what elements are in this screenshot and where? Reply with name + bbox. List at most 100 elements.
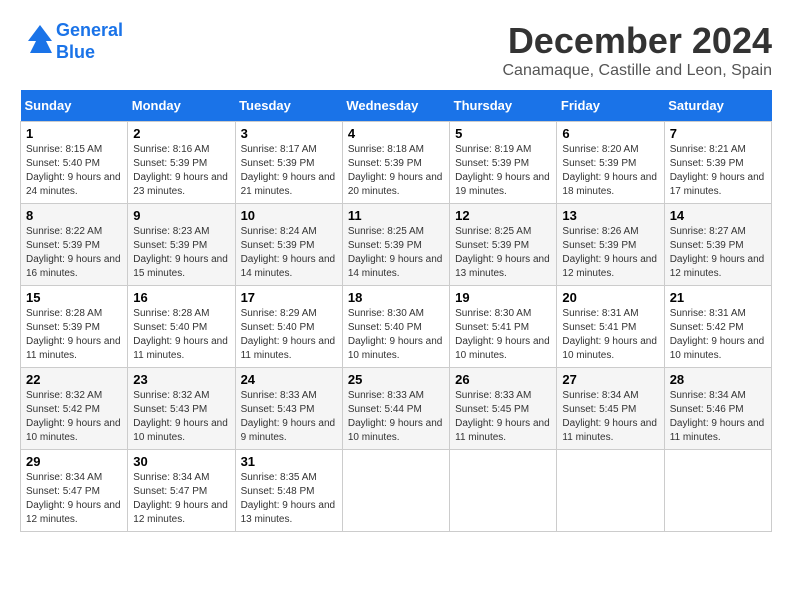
day-info: Sunrise: 8:29 AMSunset: 5:40 PMDaylight:… bbox=[241, 307, 337, 363]
day-info: Sunrise: 8:18 AMSunset: 5:39 PMDaylight:… bbox=[348, 143, 444, 199]
calendar-cell: 9 Sunrise: 8:23 AMSunset: 5:39 PMDayligh… bbox=[128, 204, 235, 286]
header: General Blue December 2024 Canamaque, Ca… bbox=[20, 20, 772, 80]
calendar-cell: 12 Sunrise: 8:25 AMSunset: 5:39 PMDaylig… bbox=[450, 204, 557, 286]
day-info: Sunrise: 8:26 AMSunset: 5:39 PMDaylight:… bbox=[562, 225, 658, 281]
day-number: 29 bbox=[26, 454, 122, 469]
day-info: Sunrise: 8:33 AMSunset: 5:44 PMDaylight:… bbox=[348, 389, 444, 445]
day-info: Sunrise: 8:28 AMSunset: 5:40 PMDaylight:… bbox=[133, 307, 229, 363]
day-number: 28 bbox=[670, 372, 766, 387]
week-row-2: 15 Sunrise: 8:28 AMSunset: 5:39 PMDaylig… bbox=[21, 286, 772, 368]
day-number: 19 bbox=[455, 290, 551, 305]
day-number: 3 bbox=[241, 126, 337, 141]
day-info: Sunrise: 8:20 AMSunset: 5:39 PMDaylight:… bbox=[562, 143, 658, 199]
day-info: Sunrise: 8:31 AMSunset: 5:41 PMDaylight:… bbox=[562, 307, 658, 363]
day-info: Sunrise: 8:30 AMSunset: 5:40 PMDaylight:… bbox=[348, 307, 444, 363]
logo-text: General Blue bbox=[56, 20, 123, 63]
col-header-monday: Monday bbox=[128, 90, 235, 122]
title-area: December 2024 Canamaque, Castille and Le… bbox=[502, 20, 772, 80]
day-info: Sunrise: 8:17 AMSunset: 5:39 PMDaylight:… bbox=[241, 143, 337, 199]
calendar-cell: 23 Sunrise: 8:32 AMSunset: 5:43 PMDaylig… bbox=[128, 368, 235, 450]
calendar-cell: 11 Sunrise: 8:25 AMSunset: 5:39 PMDaylig… bbox=[342, 204, 449, 286]
calendar-cell: 1 Sunrise: 8:15 AMSunset: 5:40 PMDayligh… bbox=[21, 122, 128, 204]
day-info: Sunrise: 8:22 AMSunset: 5:39 PMDaylight:… bbox=[26, 225, 122, 281]
day-info: Sunrise: 8:25 AMSunset: 5:39 PMDaylight:… bbox=[348, 225, 444, 281]
month-title: December 2024 bbox=[502, 20, 772, 62]
col-header-friday: Friday bbox=[557, 90, 664, 122]
calendar-cell: 29 Sunrise: 8:34 AMSunset: 5:47 PMDaylig… bbox=[21, 450, 128, 532]
day-number: 5 bbox=[455, 126, 551, 141]
calendar-cell: 27 Sunrise: 8:34 AMSunset: 5:45 PMDaylig… bbox=[557, 368, 664, 450]
calendar-cell: 4 Sunrise: 8:18 AMSunset: 5:39 PMDayligh… bbox=[342, 122, 449, 204]
day-info: Sunrise: 8:28 AMSunset: 5:39 PMDaylight:… bbox=[26, 307, 122, 363]
col-header-saturday: Saturday bbox=[664, 90, 771, 122]
calendar-cell: 28 Sunrise: 8:34 AMSunset: 5:46 PMDaylig… bbox=[664, 368, 771, 450]
day-number: 1 bbox=[26, 126, 122, 141]
day-info: Sunrise: 8:34 AMSunset: 5:46 PMDaylight:… bbox=[670, 389, 766, 445]
day-info: Sunrise: 8:30 AMSunset: 5:41 PMDaylight:… bbox=[455, 307, 551, 363]
day-info: Sunrise: 8:34 AMSunset: 5:47 PMDaylight:… bbox=[133, 471, 229, 527]
calendar-cell bbox=[342, 450, 449, 532]
calendar-cell bbox=[664, 450, 771, 532]
day-info: Sunrise: 8:32 AMSunset: 5:43 PMDaylight:… bbox=[133, 389, 229, 445]
day-number: 31 bbox=[241, 454, 337, 469]
day-number: 27 bbox=[562, 372, 658, 387]
logo-icon bbox=[20, 21, 56, 57]
day-info: Sunrise: 8:34 AMSunset: 5:47 PMDaylight:… bbox=[26, 471, 122, 527]
day-number: 7 bbox=[670, 126, 766, 141]
day-info: Sunrise: 8:21 AMSunset: 5:39 PMDaylight:… bbox=[670, 143, 766, 199]
calendar-cell: 25 Sunrise: 8:33 AMSunset: 5:44 PMDaylig… bbox=[342, 368, 449, 450]
day-info: Sunrise: 8:34 AMSunset: 5:45 PMDaylight:… bbox=[562, 389, 658, 445]
calendar-cell: 18 Sunrise: 8:30 AMSunset: 5:40 PMDaylig… bbox=[342, 286, 449, 368]
week-row-4: 29 Sunrise: 8:34 AMSunset: 5:47 PMDaylig… bbox=[21, 450, 772, 532]
logo: General Blue bbox=[20, 20, 123, 63]
logo-line1: General bbox=[56, 20, 123, 40]
day-number: 22 bbox=[26, 372, 122, 387]
day-number: 30 bbox=[133, 454, 229, 469]
header-row: SundayMondayTuesdayWednesdayThursdayFrid… bbox=[21, 90, 772, 122]
day-info: Sunrise: 8:25 AMSunset: 5:39 PMDaylight:… bbox=[455, 225, 551, 281]
day-number: 24 bbox=[241, 372, 337, 387]
day-number: 6 bbox=[562, 126, 658, 141]
calendar-cell: 31 Sunrise: 8:35 AMSunset: 5:48 PMDaylig… bbox=[235, 450, 342, 532]
day-number: 4 bbox=[348, 126, 444, 141]
day-info: Sunrise: 8:32 AMSunset: 5:42 PMDaylight:… bbox=[26, 389, 122, 445]
day-number: 17 bbox=[241, 290, 337, 305]
day-number: 15 bbox=[26, 290, 122, 305]
calendar-cell: 15 Sunrise: 8:28 AMSunset: 5:39 PMDaylig… bbox=[21, 286, 128, 368]
day-info: Sunrise: 8:27 AMSunset: 5:39 PMDaylight:… bbox=[670, 225, 766, 281]
day-info: Sunrise: 8:16 AMSunset: 5:39 PMDaylight:… bbox=[133, 143, 229, 199]
logo-line2: Blue bbox=[56, 42, 95, 62]
calendar-cell: 14 Sunrise: 8:27 AMSunset: 5:39 PMDaylig… bbox=[664, 204, 771, 286]
col-header-sunday: Sunday bbox=[21, 90, 128, 122]
week-row-1: 8 Sunrise: 8:22 AMSunset: 5:39 PMDayligh… bbox=[21, 204, 772, 286]
calendar-cell bbox=[450, 450, 557, 532]
day-number: 18 bbox=[348, 290, 444, 305]
day-number: 23 bbox=[133, 372, 229, 387]
day-number: 26 bbox=[455, 372, 551, 387]
subtitle: Canamaque, Castille and Leon, Spain bbox=[502, 62, 772, 80]
day-number: 10 bbox=[241, 208, 337, 223]
calendar-cell: 20 Sunrise: 8:31 AMSunset: 5:41 PMDaylig… bbox=[557, 286, 664, 368]
day-info: Sunrise: 8:15 AMSunset: 5:40 PMDaylight:… bbox=[26, 143, 122, 199]
calendar-cell: 3 Sunrise: 8:17 AMSunset: 5:39 PMDayligh… bbox=[235, 122, 342, 204]
day-number: 12 bbox=[455, 208, 551, 223]
day-number: 25 bbox=[348, 372, 444, 387]
calendar-cell: 8 Sunrise: 8:22 AMSunset: 5:39 PMDayligh… bbox=[21, 204, 128, 286]
day-number: 13 bbox=[562, 208, 658, 223]
calendar-cell bbox=[557, 450, 664, 532]
col-header-thursday: Thursday bbox=[450, 90, 557, 122]
calendar-table: SundayMondayTuesdayWednesdayThursdayFrid… bbox=[20, 90, 772, 532]
day-info: Sunrise: 8:24 AMSunset: 5:39 PMDaylight:… bbox=[241, 225, 337, 281]
calendar-cell: 10 Sunrise: 8:24 AMSunset: 5:39 PMDaylig… bbox=[235, 204, 342, 286]
calendar-cell: 19 Sunrise: 8:30 AMSunset: 5:41 PMDaylig… bbox=[450, 286, 557, 368]
calendar-cell: 30 Sunrise: 8:34 AMSunset: 5:47 PMDaylig… bbox=[128, 450, 235, 532]
calendar-cell: 17 Sunrise: 8:29 AMSunset: 5:40 PMDaylig… bbox=[235, 286, 342, 368]
calendar-cell: 7 Sunrise: 8:21 AMSunset: 5:39 PMDayligh… bbox=[664, 122, 771, 204]
day-number: 9 bbox=[133, 208, 229, 223]
day-number: 21 bbox=[670, 290, 766, 305]
day-info: Sunrise: 8:33 AMSunset: 5:45 PMDaylight:… bbox=[455, 389, 551, 445]
col-header-tuesday: Tuesday bbox=[235, 90, 342, 122]
day-number: 2 bbox=[133, 126, 229, 141]
calendar-cell: 6 Sunrise: 8:20 AMSunset: 5:39 PMDayligh… bbox=[557, 122, 664, 204]
col-header-wednesday: Wednesday bbox=[342, 90, 449, 122]
